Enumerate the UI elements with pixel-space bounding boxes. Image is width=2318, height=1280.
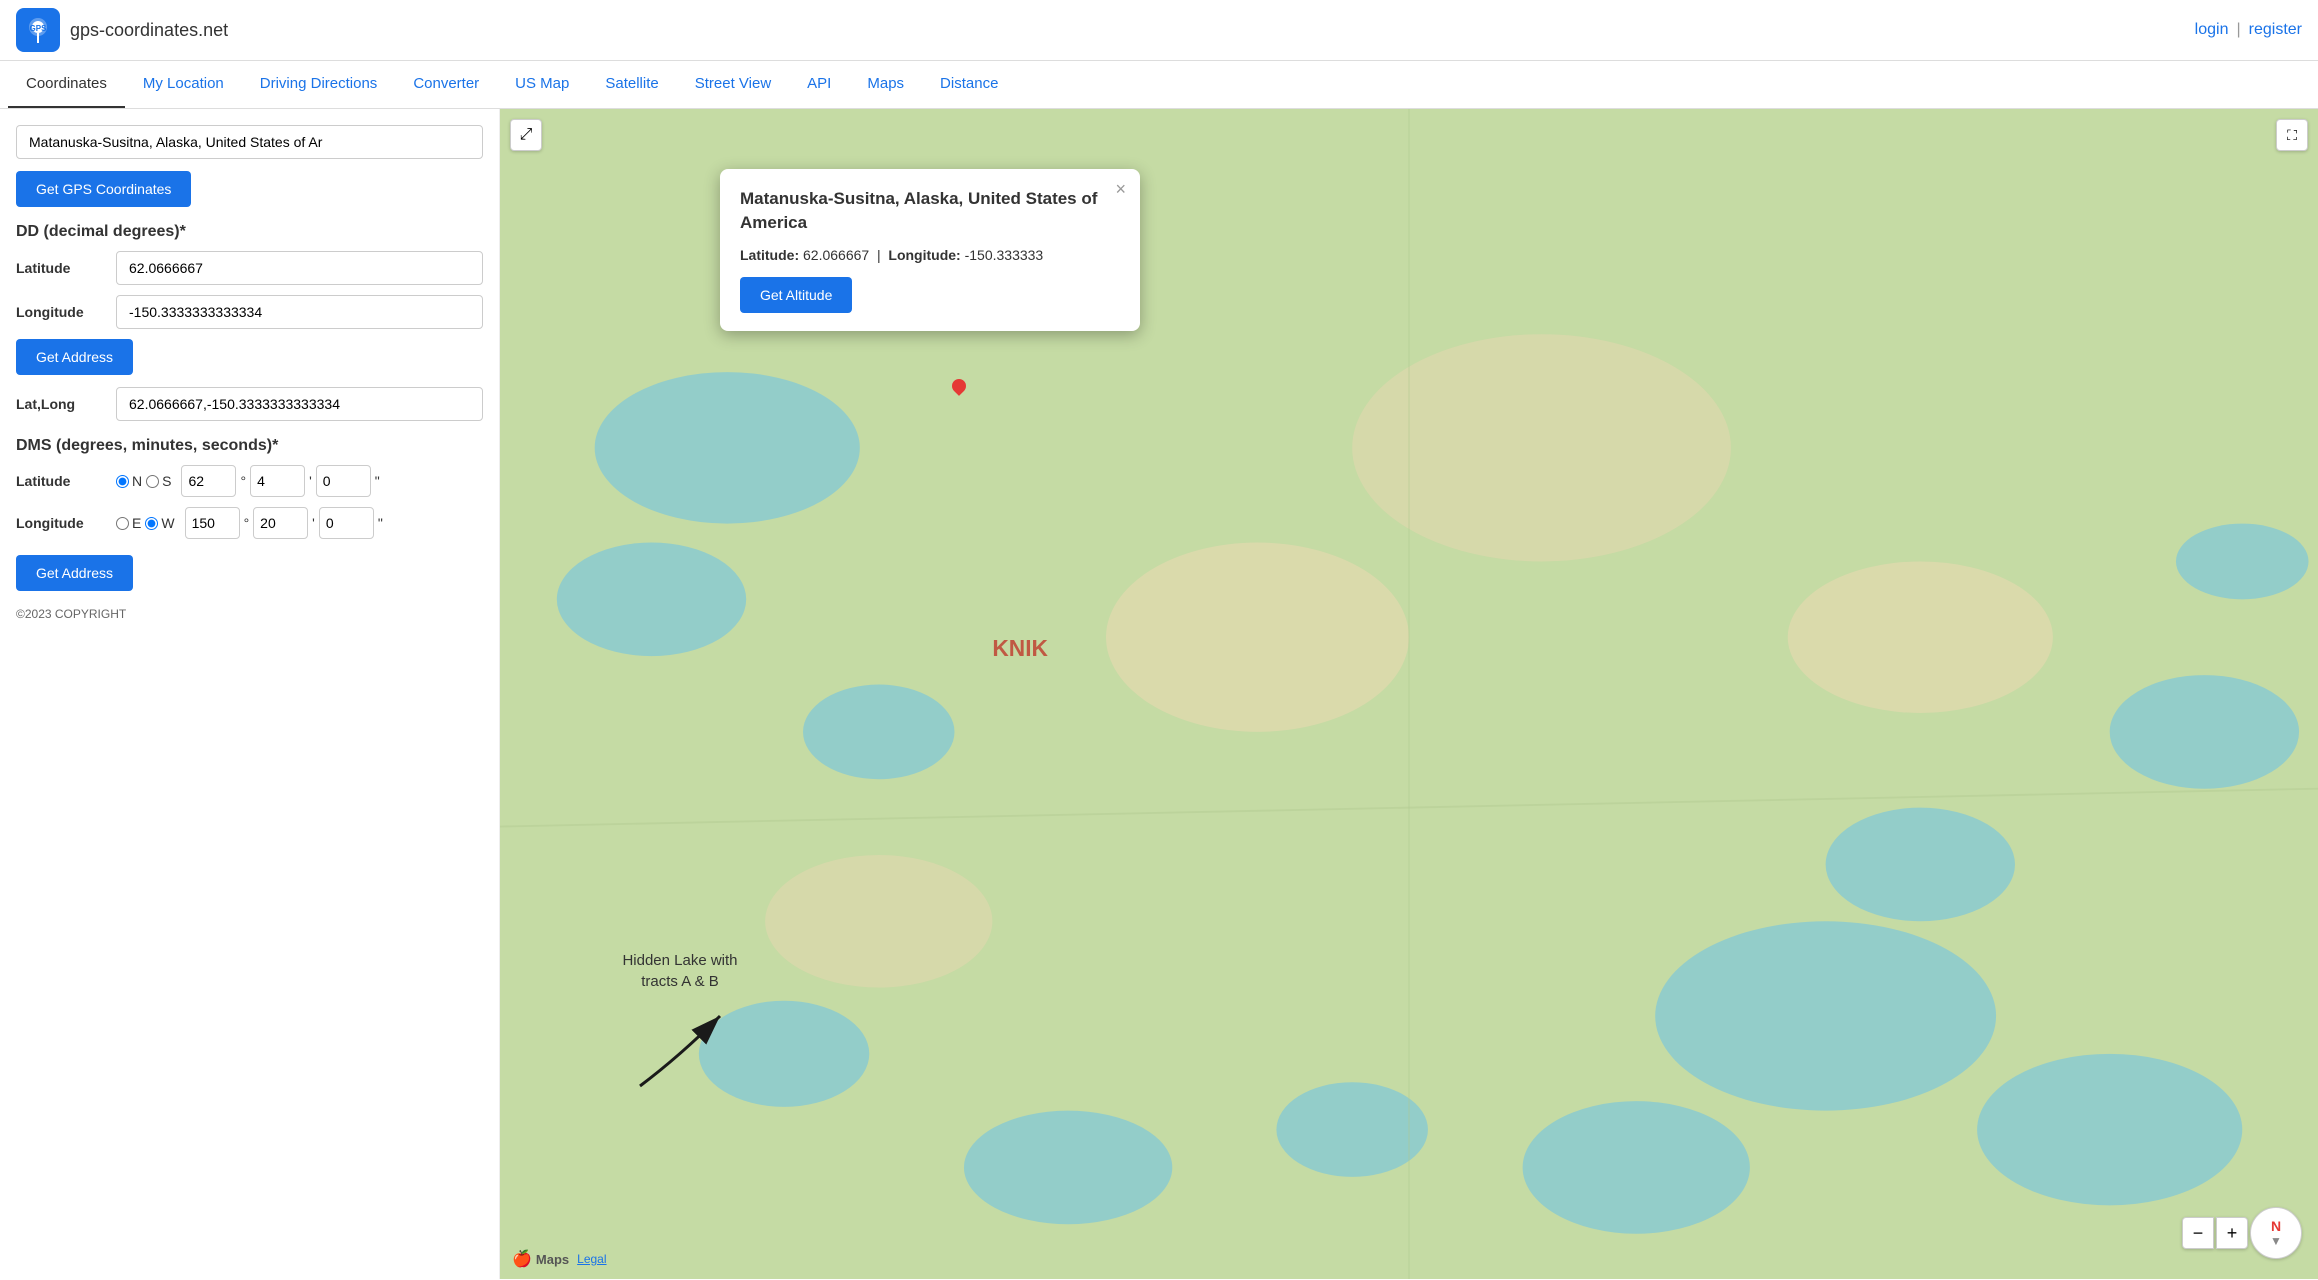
latitude-row: Latitude	[16, 251, 483, 285]
nav-item-street-view[interactable]: Street View	[677, 61, 789, 108]
map-area[interactable]: KNIK Hidden Lake withtracts A & B	[500, 109, 2318, 1279]
nav-item-us-map[interactable]: US Map	[497, 61, 587, 108]
latitude-input[interactable]	[116, 251, 483, 285]
dms-lat-deg-input[interactable]	[181, 465, 236, 497]
compass-south-label: ▼	[2270, 1234, 2282, 1248]
dms-lon-deg-input[interactable]	[185, 507, 240, 539]
nav-item-distance[interactable]: Distance	[922, 61, 1016, 108]
dms-lat-label: Latitude	[16, 473, 106, 489]
register-link[interactable]: register	[2249, 21, 2302, 39]
login-link[interactable]: login	[2195, 21, 2229, 39]
map-fullscreen-button[interactable]: ⛶	[2276, 119, 2308, 151]
dms-lon-w-radio[interactable]	[145, 517, 158, 530]
lat-long-input[interactable]	[116, 387, 483, 421]
dms-lon-inputs: E W ° ' "	[116, 507, 483, 539]
nav-item-api[interactable]: API	[789, 61, 849, 108]
map-controls-top-left: ⤢	[510, 119, 542, 151]
dd-section-title: DD (decimal degrees)*	[16, 223, 483, 241]
lat-long-row: Lat,Long	[16, 387, 483, 421]
nav-item-converter[interactable]: Converter	[395, 61, 497, 108]
header-auth: login | register	[2195, 21, 2302, 39]
longitude-row: Longitude	[16, 295, 483, 329]
get-altitude-button[interactable]: Get Altitude	[740, 277, 852, 313]
nav: Coordinates My Location Driving Directio…	[0, 61, 2318, 109]
dms-min-sym-lat: '	[309, 473, 312, 489]
separator: |	[2236, 21, 2240, 39]
dms-deg-sym-lat: °	[240, 473, 246, 489]
nav-item-driving-directions[interactable]: Driving Directions	[242, 61, 396, 108]
get-address-button-2[interactable]: Get Address	[16, 555, 133, 591]
header-left: GPS gps-coordinates.net	[16, 8, 228, 52]
search-row	[16, 125, 483, 159]
dms-lat-s-radio[interactable]	[146, 475, 159, 488]
nav-item-satellite[interactable]: Satellite	[587, 61, 676, 108]
annotation-arrow	[620, 996, 740, 1096]
location-search-input[interactable]	[16, 125, 483, 159]
get-gps-button[interactable]: Get GPS Coordinates	[16, 171, 191, 207]
map-expand-button[interactable]: ⤢	[510, 119, 542, 151]
dms-deg-sym-lon: °	[244, 515, 250, 531]
dms-lon-sec-input[interactable]	[319, 507, 374, 539]
lat-label: Latitude:	[740, 247, 799, 263]
svg-text:KNIK: KNIK	[992, 635, 1048, 661]
svg-text:GPS: GPS	[30, 24, 48, 33]
compass-north-label: N	[2271, 1218, 2281, 1234]
dms-lon-w-radio-label[interactable]: W	[145, 515, 174, 531]
dms-lon-e-radio-label[interactable]: E	[116, 515, 141, 531]
dms-lon-min-input[interactable]	[253, 507, 308, 539]
zoom-controls: − +	[2182, 1217, 2248, 1249]
get-address-button-1[interactable]: Get Address	[16, 339, 133, 375]
lat-value: 62.066667	[803, 247, 869, 263]
nav-item-coordinates[interactable]: Coordinates	[8, 61, 125, 108]
legal-link[interactable]: Legal	[577, 1252, 606, 1266]
site-title: gps-coordinates.net	[70, 20, 228, 41]
dms-lat-s-radio-label[interactable]: S	[146, 473, 171, 489]
zoom-in-button[interactable]: +	[2216, 1217, 2248, 1249]
dms-sec-sym-lon: "	[378, 515, 383, 531]
popup-coords: Latitude: 62.066667 | Longitude: -150.33…	[740, 247, 1120, 263]
right-panel: KNIK Hidden Lake withtracts A & B	[500, 109, 2318, 1279]
dms-lat-min-input[interactable]	[250, 465, 305, 497]
dms-lat-n-radio-label[interactable]: N	[116, 473, 142, 489]
nav-item-my-location[interactable]: My Location	[125, 61, 242, 108]
annotation-text: Hidden Lake withtracts A & B	[620, 950, 740, 992]
dms-lon-e-radio[interactable]	[116, 517, 129, 530]
apple-maps-logo: 🍎 Maps	[512, 1249, 569, 1269]
latitude-label: Latitude	[16, 260, 106, 276]
left-panel: Get GPS Coordinates DD (decimal degrees)…	[0, 109, 500, 1279]
lon-label: Longitude:	[888, 247, 960, 263]
map-popup: × Matanuska-Susitna, Alaska, United Stat…	[720, 169, 1140, 331]
dms-sec-sym-lat: "	[375, 473, 380, 489]
copyright: ©2023 COPYRIGHT	[16, 607, 483, 621]
dms-section-title: DMS (degrees, minutes, seconds)*	[16, 437, 483, 455]
map-attribution: 🍎 Maps Legal	[512, 1249, 607, 1269]
popup-close-button[interactable]: ×	[1115, 179, 1126, 200]
dms-min-sym-lon: '	[312, 515, 315, 531]
zoom-out-button[interactable]: −	[2182, 1217, 2214, 1249]
popup-title: Matanuska-Susitna, Alaska, United States…	[740, 187, 1120, 235]
compass: N ▼	[2250, 1207, 2302, 1259]
map-annotation: Hidden Lake withtracts A & B	[620, 950, 740, 1099]
main-layout: Get GPS Coordinates DD (decimal degrees)…	[0, 109, 2318, 1279]
nav-item-maps[interactable]: Maps	[849, 61, 922, 108]
dms-lat-inputs: N S ° ' "	[116, 465, 483, 497]
lat-long-label: Lat,Long	[16, 396, 106, 412]
lon-value: -150.333333	[965, 247, 1044, 263]
dms-lon-label: Longitude	[16, 515, 106, 531]
map-controls-top-right: ⛶	[2276, 119, 2308, 151]
dms-lon-row: Longitude E W ° ' "	[16, 507, 483, 539]
apple-icon: 🍎	[512, 1249, 532, 1269]
longitude-input[interactable]	[116, 295, 483, 329]
dms-lat-n-radio[interactable]	[116, 475, 129, 488]
longitude-label: Longitude	[16, 304, 106, 320]
header: GPS gps-coordinates.net login | register	[0, 0, 2318, 61]
dms-lat-sec-input[interactable]	[316, 465, 371, 497]
dms-lat-row: Latitude N S ° ' "	[16, 465, 483, 497]
logo-icon: GPS	[16, 8, 60, 52]
